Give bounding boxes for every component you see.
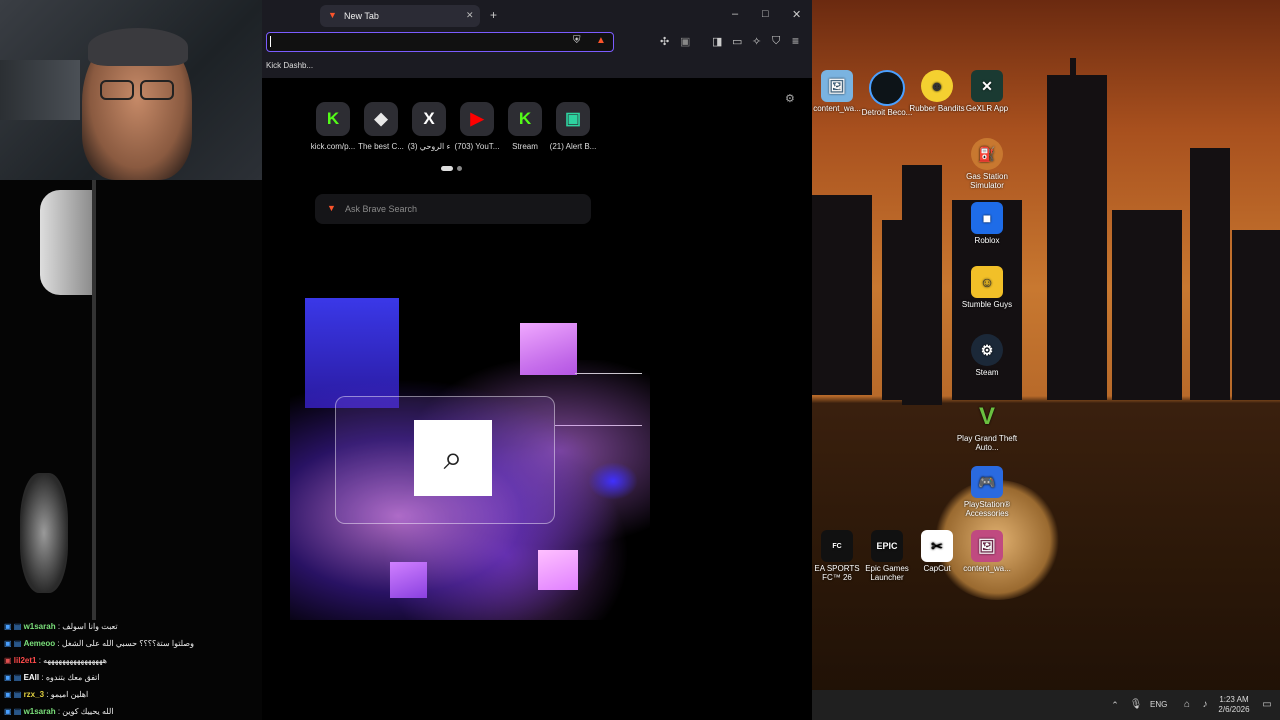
chevron-up-icon[interactable]: ⌃: [1106, 697, 1124, 713]
page-dot-active[interactable]: [441, 166, 453, 171]
badge-icon: ▣ ▤: [4, 707, 24, 716]
magnifier-icon: ⌕: [443, 438, 463, 477]
brave-logo-icon: ▼: [327, 203, 336, 213]
building-spire: [1070, 58, 1076, 83]
headphones: [88, 28, 188, 66]
page-dot[interactable]: [457, 166, 462, 171]
rewards-icon[interactable]: ▲: [596, 35, 606, 46]
desktop-icon-stumble-guys[interactable]: ☺ Stumble Guys: [956, 266, 1018, 309]
bookmarks-bar: Kick Dashb...: [262, 54, 812, 78]
art-search-card: ⌕: [414, 420, 492, 496]
clock[interactable]: 1:23 AM 2/6/2026: [1214, 695, 1254, 715]
badge-icon: ▣ ▤: [4, 690, 24, 699]
bookmark-kick-dashboard[interactable]: Kick Dashb...: [266, 61, 313, 70]
tab-new-tab[interactable]: ▼ New Tab ✕: [320, 5, 480, 27]
badge-icon: ▣: [4, 656, 14, 665]
desktop-icon-content-2[interactable]: 🖼 content_wa...: [956, 530, 1018, 573]
wallet-icon[interactable]: ▭: [732, 35, 742, 48]
art-block: [538, 550, 578, 590]
building: [812, 195, 872, 395]
leo-icon[interactable]: ✧: [752, 35, 761, 48]
address-bar[interactable]: ⛨ ▲: [266, 32, 614, 52]
chat-message: ▣ lil2et1 : ههههههههههههههههه: [4, 656, 107, 665]
desktop-icon-gas-station[interactable]: ⛽ Gas Station Simulator: [956, 138, 1018, 190]
gear-icon[interactable]: ⚙: [785, 92, 795, 105]
webcam-feed: [0, 0, 262, 180]
shields-icon[interactable]: ⛨: [573, 35, 581, 46]
desktop-icon-steam[interactable]: ⚙ Steam: [956, 334, 1018, 377]
alert-box-icon: ▣: [556, 102, 590, 136]
microphone-arm: [0, 60, 80, 120]
image-icon: 🖼: [971, 530, 1003, 562]
steam-icon: ⚙: [971, 334, 1003, 366]
chat-message: ▣ ▤ w1sarah : تعبت وانا اسولف: [4, 622, 118, 631]
rubber-bandits-icon: ☻: [921, 70, 953, 102]
detroit-icon: [869, 70, 905, 106]
time: 1:23 AM: [1219, 695, 1249, 704]
language-indicator[interactable]: ENG: [1150, 700, 1167, 709]
text-cursor: [270, 36, 271, 47]
kick-icon: K: [508, 102, 542, 136]
minimize-button[interactable]: –: [732, 8, 738, 20]
new-tab-button[interactable]: +: [490, 8, 497, 22]
badge-icon: ▣ ▤: [4, 639, 24, 648]
chat-message: ▣ ▤ w1sarah : الله يحييك كوين: [4, 707, 114, 716]
art-block: [390, 562, 427, 598]
badge-icon: ▣ ▤: [4, 673, 24, 682]
building: [1047, 75, 1107, 400]
game-object: [20, 473, 68, 593]
chat-message: ▣ ▤ rzx_3 : اهلين اميمو: [4, 690, 89, 699]
building: [1232, 230, 1280, 400]
roblox-icon: ■: [971, 202, 1003, 234]
address-bar-row: ⛨ ▲ ✣ ▣ ◨ ▭ ✧ ⛉ ≡: [262, 32, 812, 54]
x-icon: X: [412, 102, 446, 136]
ea-sports-icon: FC: [821, 530, 853, 562]
building: [902, 165, 942, 405]
capcut-icon: ✂: [921, 530, 953, 562]
kick-icon: K: [316, 102, 350, 136]
search-placeholder: Ask Brave Search: [345, 204, 418, 214]
youtube-icon: ▶: [460, 102, 494, 136]
volume-icon[interactable]: ♪: [1196, 697, 1214, 713]
notification-icon[interactable]: ▭: [1258, 697, 1276, 713]
close-button[interactable]: ✕: [792, 8, 801, 21]
maximize-button[interactable]: □: [762, 8, 769, 20]
date: 2/6/2026: [1218, 705, 1250, 714]
sidebar-icon[interactable]: ◨: [712, 35, 722, 48]
menu-icon[interactable]: ≡: [792, 34, 799, 48]
network-icon[interactable]: ⌂: [1178, 697, 1196, 713]
epic-games-icon: EPIC: [871, 530, 903, 562]
vpn-icon[interactable]: ⛉: [772, 35, 780, 48]
desktop-icon-roblox[interactable]: ■ Roblox: [956, 202, 1018, 245]
desktop-icon-gexlr[interactable]: ✕ GeXLR App: [956, 70, 1018, 113]
art-glow: [588, 462, 638, 500]
browser-titlebar: ▼ New Tab ✕ + – □ ✕: [262, 0, 812, 32]
building: [1190, 148, 1230, 400]
brave-search-box[interactable]: ▼ Ask Brave Search: [315, 194, 591, 224]
building: [1112, 210, 1182, 400]
image-icon: 🖼: [821, 70, 853, 102]
playstation-icon: 🎮: [971, 466, 1003, 498]
gta-icon: V: [978, 402, 995, 430]
top-site-alert-box[interactable]: ▣ (21) Alert B...: [538, 102, 608, 151]
tab-close-icon[interactable]: ✕: [466, 10, 474, 21]
desktop-icon-gta[interactable]: V Play Grand Theft Auto...: [956, 400, 1018, 452]
brave-favicon-icon: ▼: [328, 10, 337, 20]
stumble-guys-icon: ☺: [971, 266, 1003, 298]
extensions-icon[interactable]: ✣: [660, 35, 669, 48]
tab-title: New Tab: [344, 11, 379, 21]
badge-icon: ▣ ▤: [4, 622, 24, 631]
glasses-right: [140, 80, 174, 100]
divider: [92, 180, 96, 620]
gexlr-icon: ✕: [971, 70, 1003, 102]
chat-message: ▣ ▤ EAll : اتفق معك بتندوه: [4, 673, 100, 682]
game-object: [40, 190, 95, 295]
diamond-icon: ◆: [364, 102, 398, 136]
reader-icon[interactable]: ▣: [680, 35, 690, 48]
gas-station-icon: ⛽: [971, 138, 1003, 170]
glasses-left: [100, 80, 134, 100]
chat-message: ▣ ▤ Aemeoo : وصلتوا ستة؟؟؟؟ حسبي الله عل…: [4, 639, 194, 648]
microphone-icon[interactable]: 🎙: [1127, 697, 1145, 713]
desktop-icon-playstation[interactable]: 🎮 PlayStation® Accessories: [956, 466, 1018, 518]
